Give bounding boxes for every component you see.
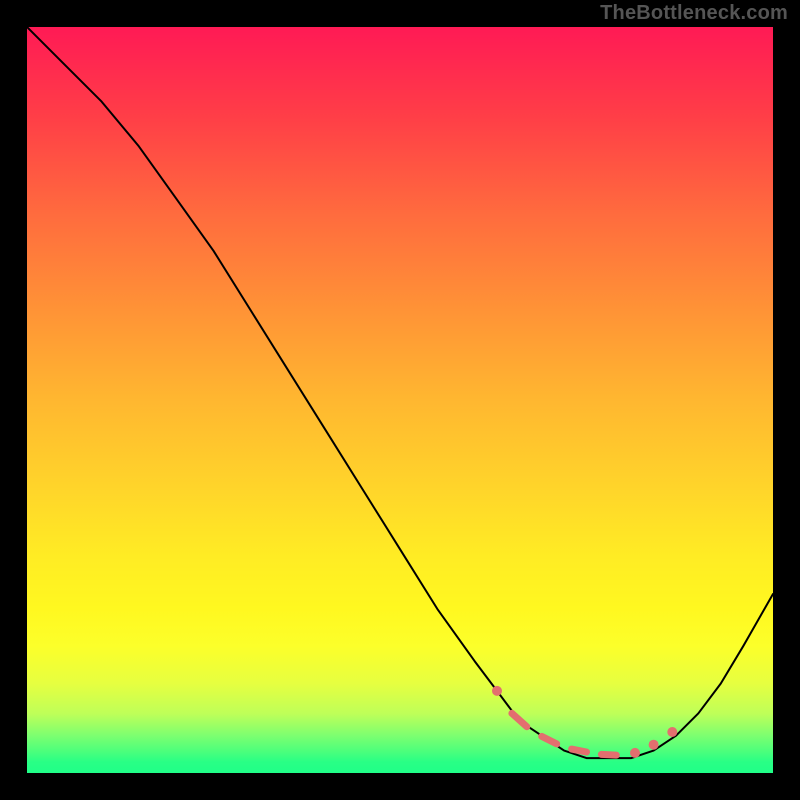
watermark-label: TheBottleneck.com (600, 2, 788, 25)
marker-dot (667, 727, 677, 737)
plot-area (27, 27, 773, 773)
marker-dash (542, 736, 557, 744)
marker-dash (572, 749, 587, 752)
marker-dash (601, 754, 616, 755)
chart-frame: TheBottleneck.com (0, 0, 800, 800)
bottleneck-curve (27, 27, 773, 758)
marker-dash (512, 713, 527, 726)
marker-dot (492, 686, 502, 696)
marker-dot (649, 740, 659, 750)
curve-layer (27, 27, 773, 773)
marker-dot (630, 748, 640, 758)
curve-markers (492, 686, 677, 758)
